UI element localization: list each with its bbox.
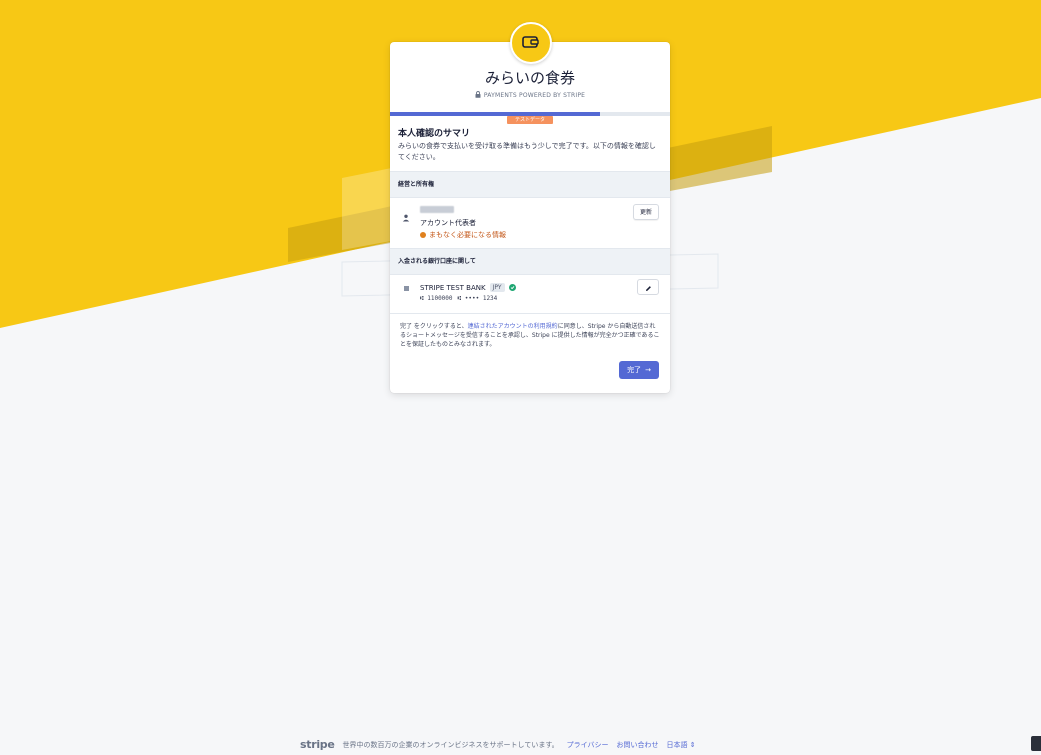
terms-text: 完了 をクリックすると、連結されたアカウントの利用規約に同意し、Stripe か… xyxy=(400,323,660,348)
ownership-section-header: 経営と所有権 xyxy=(390,171,670,198)
shop-name: みらいの食券 xyxy=(484,69,575,87)
page-footer: stripe 世界中の数百万の企業のオンラインビジネスをサポートしています。 プ… xyxy=(300,738,696,751)
person-icon xyxy=(402,207,410,226)
routing-number: ⑆ 1100000 xyxy=(420,295,453,302)
redacted-owner-name xyxy=(420,206,454,213)
bank-section-header: 入金される銀行口座に関して xyxy=(390,248,670,275)
owner-role: アカウント代表者 xyxy=(420,219,476,227)
footer-tagline: 世界中の数百万の企業のオンラインビジネスをサポートしています。 xyxy=(342,740,559,749)
summary-description: みらいの食券で支払いを受け取る準備はもう少しで完了です。以下の情報を確認してくだ… xyxy=(398,142,656,161)
onboarding-card: みらいの食券 PAYMENTS POWERED BY STRIPE テストデータ… xyxy=(390,22,670,393)
bank-account-row: STRIPE TEST BANK JPY ⑆ 1100000 ⑆ •••• 12… xyxy=(390,275,670,314)
verified-check-icon xyxy=(508,284,516,291)
pencil-icon xyxy=(645,280,652,295)
done-button[interactable]: 完了 → xyxy=(619,361,659,379)
bank-icon xyxy=(404,286,409,291)
update-button[interactable]: 更新 xyxy=(633,204,659,220)
owner-row: アカウント代表者 まもなく必要になる情報 更新 xyxy=(390,198,670,248)
card-actions: 完了 → xyxy=(390,349,670,393)
bank-name-line: STRIPE TEST BANK JPY xyxy=(420,283,516,292)
test-data-badge: テストデータ xyxy=(507,116,553,124)
wallet-icon xyxy=(522,34,540,53)
summary-title: 本人確認のサマリ xyxy=(398,129,471,139)
arrow-right-icon: → xyxy=(645,366,651,374)
owner-warning: まもなく必要になる情報 xyxy=(420,230,506,240)
owner-warning-text: まもなく必要になる情報 xyxy=(429,231,506,239)
contact-link[interactable]: お問い合わせ xyxy=(617,740,659,750)
lock-icon xyxy=(475,91,481,100)
currency-badge: JPY xyxy=(489,283,505,292)
bank-name: STRIPE TEST BANK xyxy=(420,283,486,292)
account-icon: ⑆ xyxy=(457,295,462,302)
summary-section: 本人確認のサマリ みらいの食券で支払いを受け取る準備はもう少しで完了です。以下の… xyxy=(390,116,670,171)
corner-widget-button[interactable] xyxy=(1031,736,1041,751)
account-number: ⑆ •••• 1234 xyxy=(457,295,498,302)
progress-fill xyxy=(390,112,600,116)
language-selector[interactable]: 日本語 ⇕ xyxy=(667,740,696,750)
account-logo xyxy=(510,22,552,64)
terms-link[interactable]: 連結されたアカウントの利用規約 xyxy=(468,323,558,330)
edit-bank-button[interactable] xyxy=(637,279,659,295)
powered-by: PAYMENTS POWERED BY STRIPE xyxy=(390,91,670,100)
stripe-logo: stripe xyxy=(300,738,335,751)
onboarding-page: みらいの食券 PAYMENTS POWERED BY STRIPE テストデータ… xyxy=(0,0,1041,755)
routing-icon: ⑆ xyxy=(420,295,424,302)
bank-numbers: ⑆ 1100000 ⑆ •••• 1234 xyxy=(420,295,497,302)
warning-icon xyxy=(420,232,426,238)
privacy-link[interactable]: プライバシー xyxy=(567,740,609,750)
chevron-updown-icon: ⇕ xyxy=(689,740,696,749)
powered-by-text: PAYMENTS POWERED BY STRIPE xyxy=(483,92,586,99)
